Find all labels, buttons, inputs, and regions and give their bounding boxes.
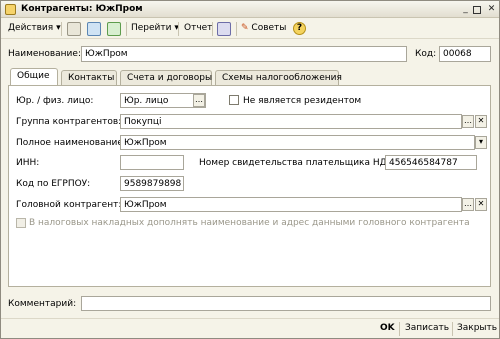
nonresident-checkbox[interactable] (229, 95, 239, 105)
toolbar-separator (236, 22, 237, 36)
legal-type-select-button[interactable]: … (193, 94, 205, 107)
tips-icon: ✎ (241, 23, 249, 33)
goto-menu-label: Перейти (131, 23, 172, 33)
parent-clear-button[interactable]: ✕ (475, 198, 487, 211)
window-title: Контрагенты: ЮжПром (21, 4, 143, 14)
code-label: Код: (415, 49, 437, 59)
vat-cert-label: Номер свидетельства плательщика НДС: (199, 158, 396, 168)
actions-menu-label: Действия (8, 23, 54, 33)
save-button[interactable]: Записать (405, 323, 449, 333)
group-clear-button[interactable]: ✕ (475, 115, 487, 128)
list-icon[interactable] (67, 22, 81, 36)
dropdown-arrow-icon: ▾ (56, 23, 61, 33)
goto-menu[interactable]: Перейти ▾ (131, 23, 179, 33)
code-input[interactable]: 00068 (439, 46, 491, 62)
vat-cert-input[interactable]: 456546584787 (385, 155, 477, 170)
save-copy-icon[interactable] (87, 22, 101, 36)
report-button[interactable]: Отчет (184, 23, 212, 33)
toolbar-separator (178, 22, 179, 36)
fullname-input[interactable]: ЮжПром (120, 135, 475, 150)
parent-input[interactable]: ЮжПром (120, 197, 462, 212)
group-input[interactable]: Покупці (120, 114, 462, 129)
parent-select-button[interactable]: … (462, 198, 474, 211)
close-icon[interactable]: ✕ (486, 4, 497, 15)
footer-separator (452, 322, 453, 336)
invoice-note-checkbox[interactable] (16, 218, 26, 228)
close-button[interactable]: Закрыть (457, 323, 497, 333)
tips-button[interactable]: ✎ Советы (241, 23, 286, 33)
nonresident-label: Не является резидентом (243, 96, 362, 106)
tab-general[interactable]: Общие (10, 68, 58, 86)
title-bar: Контрагенты: ЮжПром _ ✕ (1, 1, 499, 18)
ok-button[interactable]: OK (380, 323, 395, 333)
comment-label: Комментарий: (8, 299, 77, 309)
tab-contacts[interactable]: Контакты (61, 70, 117, 85)
comment-input[interactable] (81, 296, 491, 311)
fullname-label: Полное наименование: (16, 138, 126, 148)
refresh-icon[interactable] (107, 22, 121, 36)
toolbar-separator (126, 22, 127, 36)
tab-accounts-contracts[interactable]: Счета и договоры (120, 70, 212, 85)
toolbar-separator (212, 22, 213, 36)
tab-tax-schemes[interactable]: Схемы налогообложения (215, 70, 342, 85)
inn-label: ИНН: (16, 158, 40, 168)
tips-label: Советы (251, 23, 287, 33)
egrpou-input[interactable]: 9589879898 (120, 176, 184, 191)
minimize-icon[interactable]: _ (460, 4, 471, 15)
form-footer: OK Записать Закрыть (1, 318, 499, 338)
fullname-dropdown-button[interactable]: ▾ (475, 136, 487, 149)
name-label: Наименование: (8, 49, 81, 59)
window-icon (5, 4, 16, 15)
general-tab-panel: Юр. / физ. лицо: Юр. лицо … Не является … (8, 85, 491, 287)
help-icon[interactable]: ? (293, 22, 306, 35)
counterparty-window: Контрагенты: ЮжПром _ ✕ Действия ▾ Перей… (0, 0, 500, 339)
actions-menu[interactable]: Действия ▾ (8, 23, 61, 33)
name-input[interactable]: ЮжПром (81, 46, 407, 62)
toolbar-separator (61, 22, 62, 36)
inn-input[interactable] (120, 155, 184, 170)
maximize-icon[interactable] (473, 6, 481, 14)
group-select-button[interactable]: … (462, 115, 474, 128)
table-icon[interactable] (217, 22, 231, 36)
group-label: Группа контрагентов: (16, 117, 122, 127)
invoice-note-label: В налоговых накладных дополнять наименов… (29, 218, 470, 228)
legal-type-label: Юр. / физ. лицо: (16, 96, 94, 106)
parent-label: Головной контрагент: (16, 200, 122, 210)
egrpou-label: Код по ЕГРПОУ: (16, 179, 91, 189)
footer-separator (399, 322, 400, 336)
toolbar: Действия ▾ Перейти ▾ Отчет ✎ Советы ? (1, 19, 499, 39)
